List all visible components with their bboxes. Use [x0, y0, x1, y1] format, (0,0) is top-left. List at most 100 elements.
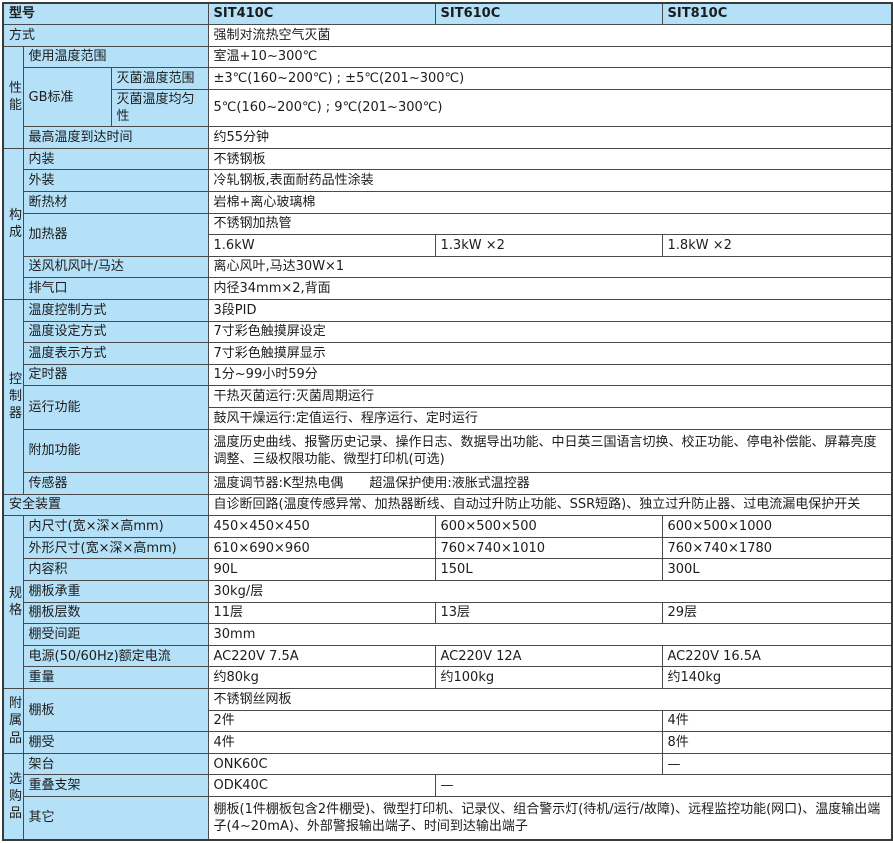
spec-value: 岩棉+离心玻璃棉	[208, 191, 892, 213]
row-label: 送风机风叶/马达	[23, 256, 208, 278]
spec-value: 30mm	[208, 624, 892, 646]
spec-value: 室温+10~300℃	[208, 46, 892, 68]
table-row: 棚受4件8件	[3, 732, 892, 754]
column-header: SIT810C	[662, 3, 892, 25]
spec-value: 30kg/层	[208, 581, 892, 603]
spec-value: 7寸彩色触摸屏显示	[208, 343, 892, 365]
spec-value: 自诊断回路(温度传感异常、加热器断线、自动过升防止功能、SSR短路)、独立过升防…	[208, 494, 892, 516]
row-label: 外形尺寸(宽×深×高mm)	[23, 537, 208, 559]
group-label: 附属品	[3, 689, 23, 754]
spec-value: 1.6kW	[208, 235, 435, 257]
spec-value: 约140kg	[662, 667, 892, 689]
table-row: 送风机风叶/马达离心风叶,马达30W×1	[3, 256, 892, 278]
spec-value: 1分~99小时59分	[208, 364, 892, 386]
column-header: SIT610C	[435, 3, 662, 25]
table-row: 规格内尺寸(宽×深×高mm)450×450×450600×500×500600×…	[3, 516, 892, 538]
row-label: 排气口	[23, 278, 208, 300]
row-label: 使用温度范围	[23, 46, 208, 68]
table-row: 外装冷轧钢板,表面耐药品性涂装	[3, 170, 892, 192]
spec-table-body: 型号SIT410CSIT610CSIT810C方式强制对流热空气灭菌性能使用温度…	[3, 3, 892, 840]
spec-value: 610×690×960	[208, 537, 435, 559]
spec-value: 8件	[662, 732, 892, 754]
spec-value: AC220V 7.5A	[208, 645, 435, 667]
row-label: 温度设定方式	[23, 321, 208, 343]
table-row: 灭菌温度均匀性5℃(160~200℃) ; 9℃(201~300℃)	[3, 89, 892, 126]
row-label: 温度表示方式	[23, 343, 208, 365]
spec-value: 约100kg	[435, 667, 662, 689]
table-row: 温度表示方式7寸彩色触摸屏显示	[3, 343, 892, 365]
table-row: 温度设定方式7寸彩色触摸屏设定	[3, 321, 892, 343]
spec-value: 90L	[208, 559, 435, 581]
spec-value: 300L	[662, 559, 892, 581]
row-label: 方式	[3, 25, 208, 47]
table-row: 定时器1分~99小时59分	[3, 364, 892, 386]
table-row: 排气口内径34mm×2,背面	[3, 278, 892, 300]
row-label: 温度控制方式	[23, 299, 208, 321]
group-label: 性能	[3, 46, 23, 148]
table-row: 加热器不锈钢加热管	[3, 213, 892, 235]
row-label: GB标准	[23, 68, 111, 127]
table-row: 型号SIT410CSIT610CSIT810C	[3, 3, 892, 25]
table-row: 性能使用温度范围室温+10~300℃	[3, 46, 892, 68]
spec-value: AC220V 12A	[435, 645, 662, 667]
spec-value: 600×500×500	[435, 516, 662, 538]
row-label: 最高温度到达时间	[23, 127, 208, 149]
spec-sheet: 型号SIT410CSIT610CSIT810C方式强制对流热空气灭菌性能使用温度…	[0, 0, 893, 843]
column-header: SIT410C	[208, 3, 435, 25]
spec-value: 1.8kW ×2	[662, 235, 892, 257]
table-row: 附加功能温度历史曲线、报警历史记录、操作日志、数据导出功能、中日英三国语言切换、…	[3, 429, 892, 473]
row-label: 电源(50/60Hz)额定电流	[23, 645, 208, 667]
table-row: 附属品棚板不锈钢丝网板	[3, 689, 892, 711]
spec-value: 7寸彩色触摸屏设定	[208, 321, 892, 343]
row-label: 棚受	[23, 732, 208, 754]
spec-value: ±3℃(160~200℃) ; ±5℃(201~300℃)	[208, 68, 892, 90]
table-row: 构成内装不锈钢板	[3, 148, 892, 170]
table-row: 安全装置自诊断回路(温度传感异常、加热器断线、自动过升防止功能、SSR短路)、独…	[3, 494, 892, 516]
row-label: 棚板层数	[23, 602, 208, 624]
spec-value: 强制对流热空气灭菌	[208, 25, 892, 47]
row-label: 外装	[23, 170, 208, 192]
spec-value: 棚板(1件棚板包含2件棚受)、微型打印机、记录仪、组合警示灯(待机/运行/故障)…	[208, 797, 892, 841]
table-row: 棚板层数11层13层29层	[3, 602, 892, 624]
table-row: GB标准灭菌温度范围±3℃(160~200℃) ; ±5℃(201~300℃)	[3, 68, 892, 90]
spec-value: 温度调节器:K型热电偶 超温保护使用:液胀式温控器	[208, 473, 892, 495]
row-label: 重量	[23, 667, 208, 689]
spec-value: 离心风叶,马达30W×1	[208, 256, 892, 278]
spec-value: —	[435, 775, 892, 797]
table-row: 棚受间距30mm	[3, 624, 892, 646]
table-row: 断热材岩棉+离心玻璃棉	[3, 191, 892, 213]
spec-value: 4件	[662, 710, 892, 732]
spec-value: 不锈钢丝网板	[208, 689, 892, 711]
table-row: 重量约80kg约100kg约140kg	[3, 667, 892, 689]
spec-value: 600×500×1000	[662, 516, 892, 538]
row-label: 架台	[23, 753, 208, 775]
row-label: 定时器	[23, 364, 208, 386]
table-row: 内容积90L150L300L	[3, 559, 892, 581]
spec-value: 鼓风干燥运行:定值运行、程序运行、定时运行	[208, 407, 892, 429]
row-label: 其它	[23, 797, 208, 841]
spec-value: 冷轧钢板,表面耐药品性涂装	[208, 170, 892, 192]
spec-value: ODK40C	[208, 775, 435, 797]
spec-value: 不锈钢加热管	[208, 213, 892, 235]
spec-value: 150L	[435, 559, 662, 581]
group-label: 规格	[3, 516, 23, 689]
table-row: 外形尺寸(宽×深×高mm)610×690×960760×740×1010760×…	[3, 537, 892, 559]
row-label: 内尺寸(宽×深×高mm)	[23, 516, 208, 538]
spec-value: 5℃(160~200℃) ; 9℃(201~300℃)	[208, 89, 892, 126]
table-row: 最高温度到达时间约55分钟	[3, 127, 892, 149]
spec-value: 2件	[208, 710, 662, 732]
spec-value: 约80kg	[208, 667, 435, 689]
spec-value: AC220V 16.5A	[662, 645, 892, 667]
row-label: 棚受间距	[23, 624, 208, 646]
spec-value: 13层	[435, 602, 662, 624]
spec-value: 不锈钢板	[208, 148, 892, 170]
table-row: 控制器温度控制方式3段PID	[3, 299, 892, 321]
row-label: 安全装置	[3, 494, 208, 516]
row-label: 重叠支架	[23, 775, 208, 797]
spec-value: 3段PID	[208, 299, 892, 321]
spec-value: 760×740×1780	[662, 537, 892, 559]
row-label: 内容积	[23, 559, 208, 581]
table-row: 棚板承重30kg/层	[3, 581, 892, 603]
spec-value: ONK60C	[208, 753, 662, 775]
row-label: 棚板	[23, 689, 208, 732]
